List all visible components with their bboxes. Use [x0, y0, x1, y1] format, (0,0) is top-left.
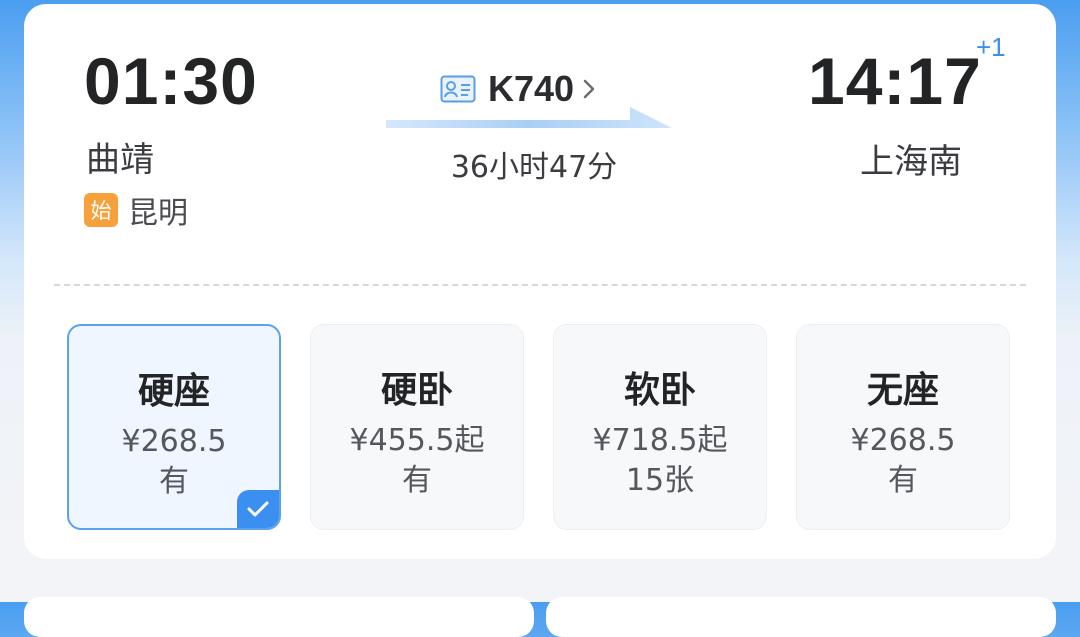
seat-price: ¥718.5起 — [592, 423, 728, 458]
seat-option-hard-sleeper[interactable]: 硬卧 ¥455.5起 有 — [310, 324, 524, 530]
next-card-left — [24, 597, 534, 637]
departure-time: 01:30 — [84, 44, 258, 118]
chevron-right-icon — [583, 79, 595, 99]
next-card-right — [546, 597, 1056, 637]
train-info-card: 01:30 曲靖 始 昆明 K740 36小时47分 14:17 +1 上海南 … — [24, 4, 1056, 559]
seat-price: ¥455.5起 — [349, 423, 485, 458]
checkmark-icon — [247, 501, 269, 517]
departure-station: 曲靖 — [86, 140, 154, 180]
route-arrow-icon — [386, 107, 672, 128]
dashed-divider — [54, 284, 1026, 286]
seat-availability: 有 — [402, 463, 432, 498]
seat-price: ¥268.5 — [121, 424, 227, 459]
seat-availability: 有 — [888, 463, 918, 498]
origin-station: 昆明 — [128, 196, 188, 231]
arrival-station: 上海南 — [860, 142, 962, 182]
seat-type: 硬卧 — [380, 370, 453, 411]
travel-duration: 36小时47分 — [450, 150, 618, 185]
origin-tag-badge: 始 — [84, 193, 118, 227]
seat-availability: 15张 — [625, 463, 695, 498]
next-day-indicator: +1 — [976, 32, 1006, 62]
seat-type: 软卧 — [623, 370, 696, 411]
seat-option-soft-sleeper[interactable]: 软卧 ¥718.5起 15张 — [553, 324, 767, 530]
seat-type: 硬座 — [137, 371, 210, 412]
seat-price: ¥268.5 — [850, 423, 956, 458]
seat-option-hard-seat[interactable]: 硬座 ¥268.5 有 — [67, 324, 281, 530]
id-card-icon — [440, 75, 476, 103]
seat-option-no-seat[interactable]: 无座 ¥268.5 有 — [796, 324, 1010, 530]
arrival-time: 14:17 — [808, 44, 982, 118]
selected-check-badge — [237, 490, 279, 528]
origin-station-row: 始 昆明 — [84, 188, 188, 232]
seat-type: 无座 — [866, 370, 939, 411]
